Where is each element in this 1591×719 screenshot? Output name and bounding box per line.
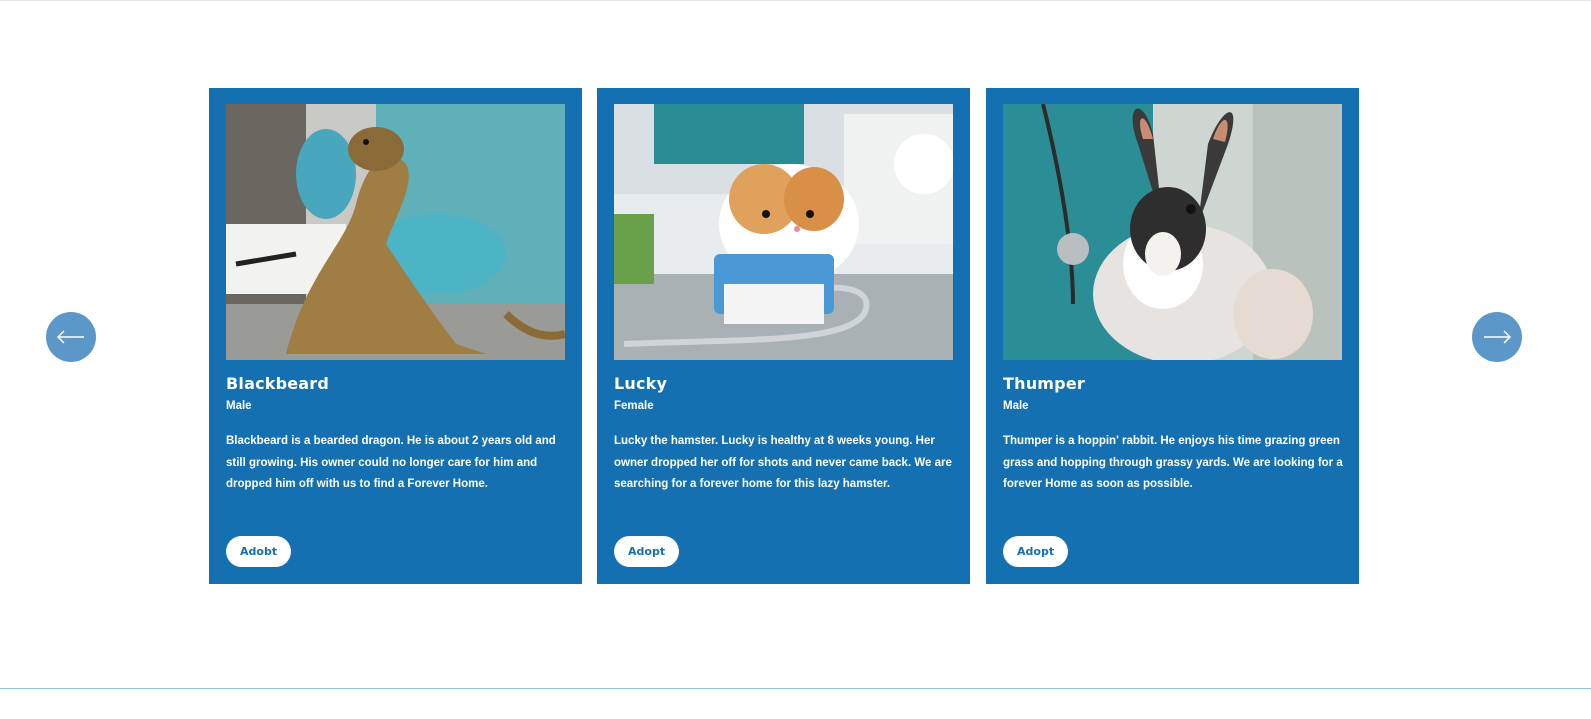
pet-name: Thumper <box>1003 374 1085 393</box>
previous-slide-button[interactable] <box>46 312 96 362</box>
bearded-dragon-photo <box>226 104 565 360</box>
pet-description: Thumper is a hoppin' rabbit. He enjoys h… <box>1003 435 1343 490</box>
pet-description: Blackbeard is a bearded dragon. He is ab… <box>226 435 556 490</box>
rabbit-photo <box>1003 104 1342 360</box>
pet-name: Lucky <box>614 374 668 393</box>
arrow-left-icon <box>56 330 84 344</box>
hamster-photo <box>614 104 953 360</box>
pet-card-blackbeard: Blackbeard Male Blackbeard is a bearded … <box>209 88 582 584</box>
adopt-button-lucky[interactable]: Adopt <box>614 536 680 567</box>
pet-card-lucky: Lucky Female Lucky the hamster. Lucky is… <box>597 88 970 584</box>
pet-sex: Female <box>614 400 654 412</box>
adopt-button-blackbeard[interactable]: Adobt <box>226 536 292 567</box>
next-slide-button[interactable] <box>1472 312 1522 362</box>
pet-sex: Male <box>1003 400 1029 412</box>
pet-carousel: Blackbeard Male Blackbeard is a bearded … <box>0 0 1591 719</box>
adopt-button-thumper[interactable]: Adopt <box>1003 536 1069 567</box>
bottom-divider <box>0 688 1591 689</box>
pet-name: Blackbeard <box>226 374 330 393</box>
pet-card-thumper: Thumper Male Thumper is a hoppin' rabbit… <box>986 88 1359 584</box>
pet-description: Lucky the hamster. Lucky is healthy at 8… <box>614 435 952 490</box>
arrow-right-icon <box>1484 330 1512 344</box>
pet-sex: Male <box>226 400 252 412</box>
